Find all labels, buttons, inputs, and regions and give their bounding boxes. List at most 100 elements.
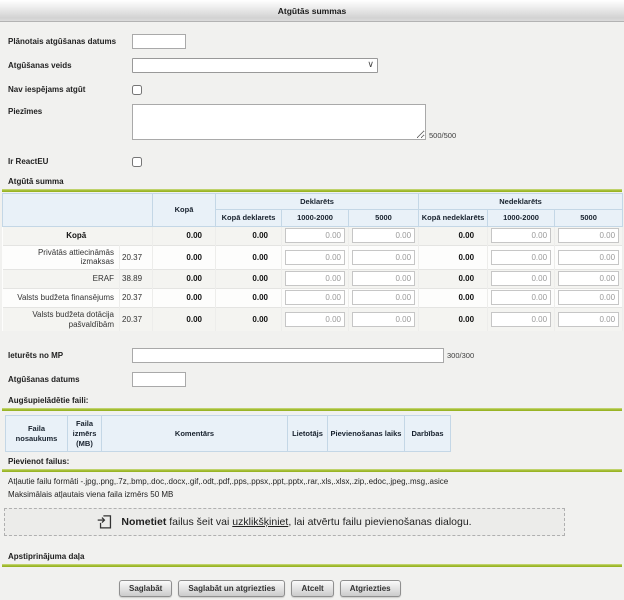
row-label: Valsts budžeta finansējums — [3, 288, 120, 307]
dropzone-text-tail: , lai atvērtu failu pievienošanas dialog… — [288, 516, 471, 528]
return-button[interactable]: Atgriezties — [340, 580, 401, 597]
not-recoverable-checkbox[interactable] — [132, 85, 142, 95]
col-file-size: Faila izmērs (MB) — [68, 416, 102, 452]
cell-kopa: 0.00 — [153, 288, 216, 307]
recovery-type-select-wrap: ∨ — [132, 58, 378, 73]
row-percent: 20.37 — [120, 245, 153, 269]
cell-kopa-deklarets: 0.00 — [216, 288, 282, 307]
row-percent: 20.37 — [120, 288, 153, 307]
cell-kopa-nedeklarets: 0.00 — [419, 245, 488, 269]
empty-header-cell — [3, 194, 153, 227]
dropzone-click-link[interactable]: uzklikšķiniet — [232, 516, 288, 528]
table-header-row: Kopā Deklarēts Nedeklarēts — [3, 194, 623, 210]
group-header-declared: Deklarēts — [216, 194, 419, 210]
cell-kopa-deklarets: 0.00 — [216, 307, 282, 331]
save-and-return-button[interactable]: Saglabāt un atgriezties — [178, 580, 285, 597]
files-table: Faila nosaukums Faila izmērs (MB) Koment… — [5, 415, 451, 452]
cell-kopa: 0.00 — [153, 245, 216, 269]
total-kopa-deklarets: 0.00 — [216, 226, 282, 245]
react-eu-label: Ir ReactEU — [8, 154, 132, 167]
col-header-kopa-deklarets: Kopā deklarets — [216, 210, 282, 226]
file-dropzone[interactable]: Nometiet failus šeit vai uzklikšķiniet, … — [4, 508, 565, 536]
eraf-undeclared-5000-input[interactable] — [558, 271, 619, 286]
col-header-undeclared-1000-2000: 1000-2000 — [488, 210, 555, 226]
col-added-time: Pievienošanas laiks — [328, 416, 405, 452]
files-header-row: Faila nosaukums Faila izmērs (MB) Koment… — [6, 416, 451, 452]
allowed-formats-text: Atļautie failu formāti -.jpg,.png,.7z,.b… — [8, 476, 624, 488]
table-row-municipal-grant: Valsts budžeta dotācija pašvaldībām 20.3… — [3, 307, 623, 331]
budget-undeclared-1000-2000-input[interactable] — [491, 290, 551, 305]
notes-row: Piezīmes 500/500 — [8, 104, 624, 140]
recovery-form: Plānotais atgūšanas datums Atgūšanas vei… — [0, 22, 624, 167]
not-recoverable-label: Nav iespējams atgūt — [8, 82, 132, 95]
grant-undeclared-1000-2000-input[interactable] — [491, 312, 551, 327]
total-undeclared-1000-2000-input[interactable] — [491, 228, 551, 243]
page-title-bar: Atgūtās summas — [0, 0, 624, 22]
recovery-type-select[interactable] — [132, 58, 378, 73]
section-divider — [2, 564, 622, 567]
save-button[interactable]: Saglabāt — [119, 580, 172, 597]
budget-declared-5000-input[interactable] — [352, 290, 415, 305]
cancel-button[interactable]: Atcelt — [291, 580, 333, 597]
row-label: Kopā — [3, 226, 153, 245]
grant-undeclared-5000-input[interactable] — [558, 312, 619, 327]
section-divider — [2, 408, 622, 411]
eraf-declared-5000-input[interactable] — [352, 271, 415, 286]
planned-date-label: Plānotais atgūšanas datums — [8, 34, 132, 47]
total-declared-1000-2000-input[interactable] — [285, 228, 345, 243]
notes-label: Piezīmes — [8, 104, 132, 117]
row-label: Valsts budžeta dotācija pašvaldībām — [3, 307, 120, 331]
group-header-undeclared: Nedeklarēts — [419, 194, 623, 210]
total-declared-5000-input[interactable] — [352, 228, 415, 243]
cell-kopa: 0.00 — [153, 269, 216, 288]
recovery-date-input[interactable] — [132, 372, 186, 387]
notes-textarea[interactable] — [132, 104, 426, 140]
cell-kopa-deklarets: 0.00 — [216, 269, 282, 288]
grant-declared-1000-2000-input[interactable] — [285, 312, 345, 327]
max-size-text: Maksimālais atļautais viena faila izmērs… — [8, 489, 624, 501]
col-actions: Darbības — [405, 416, 451, 452]
react-eu-checkbox[interactable] — [132, 157, 142, 167]
budget-undeclared-5000-input[interactable] — [558, 290, 619, 305]
col-header-declared-5000: 5000 — [349, 210, 419, 226]
total-undeclared-5000-input[interactable] — [558, 228, 619, 243]
notes-counter: 500/500 — [429, 131, 456, 140]
planned-date-input[interactable] — [132, 34, 186, 49]
cell-kopa: 0.00 — [153, 307, 216, 331]
confirmation-section-title: Apstiprinājuma daļa — [8, 552, 624, 561]
private-declared-5000-input[interactable] — [352, 250, 415, 265]
private-declared-1000-2000-input[interactable] — [285, 250, 345, 265]
col-user: Lietotājs — [288, 416, 328, 452]
cell-kopa-nedeklarets: 0.00 — [419, 269, 488, 288]
recovered-sum-table: Kopā Deklarēts Nedeklarēts Kopā deklaret… — [2, 193, 623, 331]
dropzone-text-bold: Nometiet — [121, 516, 166, 528]
planned-date-row: Plānotais atgūšanas datums — [8, 34, 624, 49]
col-header-undeclared-5000: 5000 — [555, 210, 623, 226]
col-header-declared-1000-2000: 1000-2000 — [282, 210, 349, 226]
total-kopa-nedeklarets: 0.00 — [419, 226, 488, 245]
cell-kopa-deklarets: 0.00 — [216, 245, 282, 269]
table-row-state-budget: Valsts budžeta finansējums 20.37 0.00 0.… — [3, 288, 623, 307]
grant-declared-5000-input[interactable] — [352, 312, 415, 327]
section-divider — [2, 469, 622, 472]
col-header-kopa: Kopā — [153, 194, 216, 227]
not-recoverable-row: Nav iespējams atgūt — [8, 82, 624, 95]
eraf-declared-1000-2000-input[interactable] — [285, 271, 345, 286]
row-percent: 20.37 — [120, 307, 153, 331]
recovery-date-row: Atgūšanas datums — [8, 372, 624, 387]
col-comment: Komentārs — [102, 416, 288, 452]
table-row-private-costs: Privātās attiecināmās izmaksas 20.37 0.0… — [3, 245, 623, 269]
budget-declared-1000-2000-input[interactable] — [285, 290, 345, 305]
recovery-date-label: Atgūšanas datums — [8, 372, 132, 385]
react-eu-row: Ir ReactEU — [8, 154, 624, 167]
private-undeclared-5000-input[interactable] — [558, 250, 619, 265]
recovery-type-row: Atgūšanas veids ∨ — [8, 58, 624, 73]
section-divider — [2, 189, 622, 192]
eraf-undeclared-1000-2000-input[interactable] — [491, 271, 551, 286]
withheld-input[interactable] — [132, 348, 444, 363]
row-label: ERAF — [3, 269, 120, 288]
recovery-type-label: Atgūšanas veids — [8, 58, 132, 71]
private-undeclared-1000-2000-input[interactable] — [491, 250, 551, 265]
action-buttons: Saglabāt Saglabāt un atgriezties Atcelt … — [119, 580, 624, 597]
add-files-label: Pievienot failus: — [8, 457, 624, 466]
